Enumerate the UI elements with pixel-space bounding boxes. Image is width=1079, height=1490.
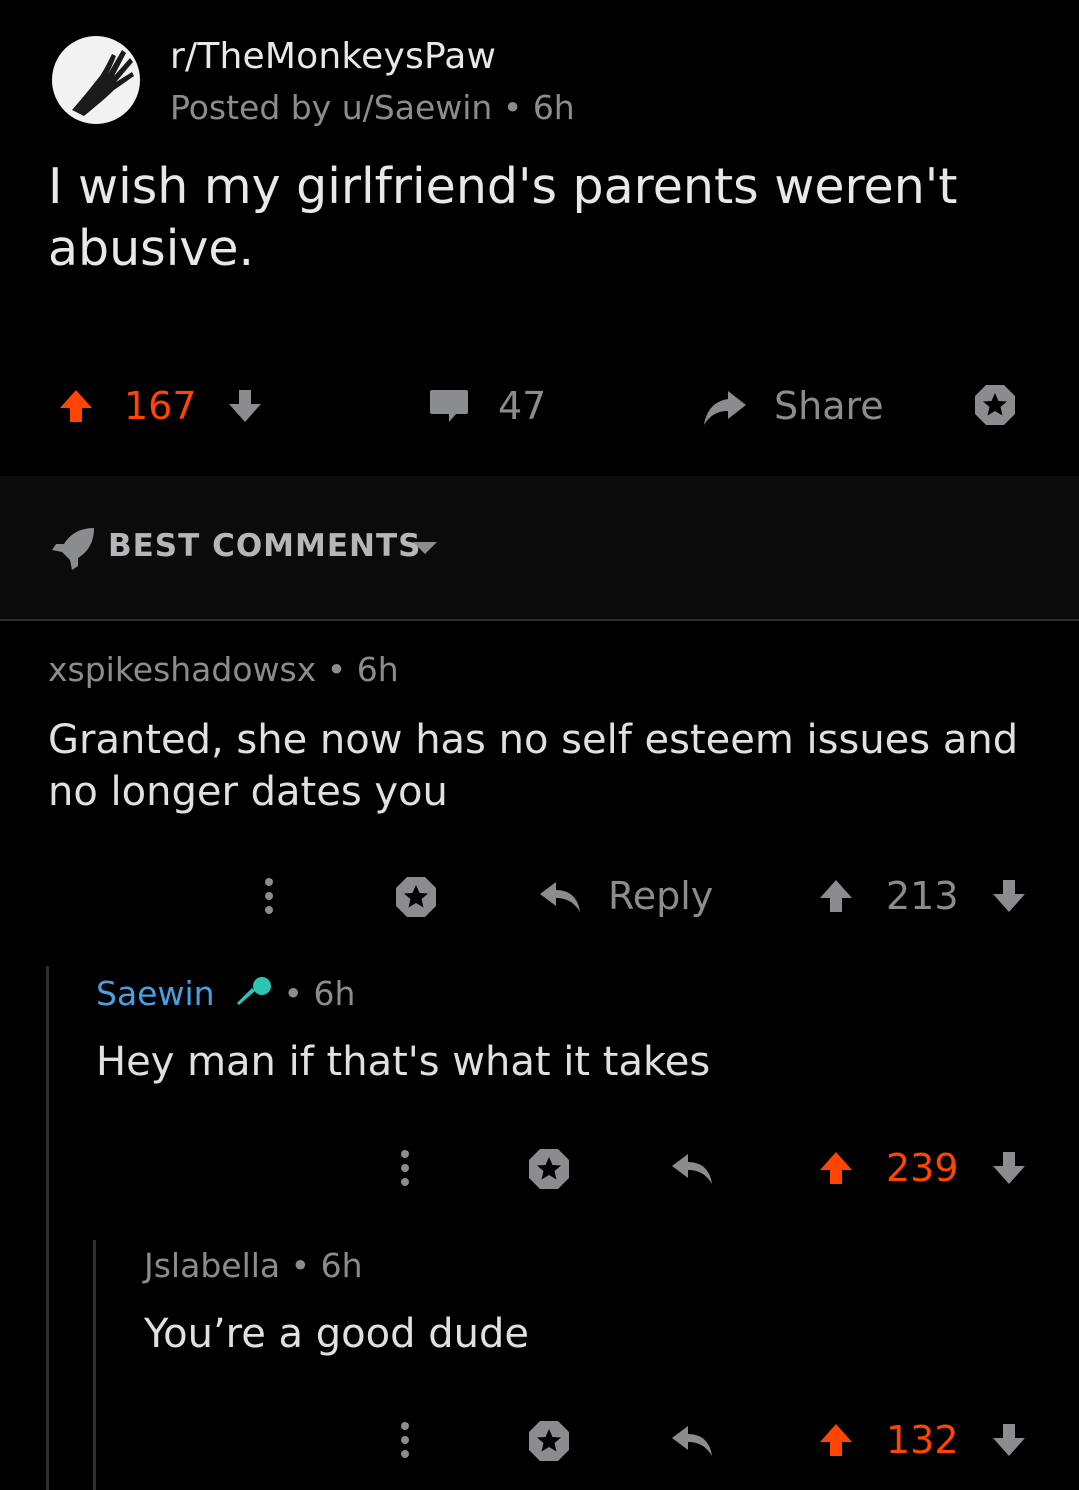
comment-age: 6h xyxy=(356,650,399,689)
comment-count: 47 xyxy=(498,384,547,428)
comment-age: 6h xyxy=(313,974,356,1013)
comment-author[interactable]: xspikeshadowsx xyxy=(48,650,316,689)
monkey-paw-icon xyxy=(72,50,134,116)
sort-label[interactable]: BEST COMMENTS xyxy=(108,528,421,564)
comment-score: 239 xyxy=(886,1146,959,1190)
upvote-icon[interactable] xyxy=(816,1420,856,1460)
meta-separator: • xyxy=(290,1246,321,1285)
microphone-icon xyxy=(237,977,272,1005)
subreddit-avatar[interactable] xyxy=(52,36,140,124)
downvote-icon[interactable] xyxy=(989,876,1029,916)
downvote-icon[interactable] xyxy=(225,386,265,426)
comment-body: You’re a good dude xyxy=(144,1311,529,1357)
more-options-icon[interactable] xyxy=(262,876,276,916)
comment-meta: xspikeshadowsx • 6h xyxy=(48,650,399,689)
chevron-down-icon[interactable] xyxy=(411,540,439,556)
posted-by[interactable]: Posted by u/Saewin xyxy=(170,88,492,127)
comment-vote-group: 239 xyxy=(816,1142,1029,1194)
post-score: 167 xyxy=(124,384,197,428)
reply-button[interactable]: Reply xyxy=(538,870,713,922)
comment-author[interactable]: Jslabella xyxy=(144,1246,280,1285)
thread-line[interactable] xyxy=(46,966,49,1490)
award-icon[interactable] xyxy=(526,1418,572,1464)
comment-icon xyxy=(430,390,468,422)
downvote-icon[interactable] xyxy=(989,1420,1029,1460)
award-icon[interactable] xyxy=(393,874,439,920)
upvote-icon[interactable] xyxy=(816,1148,856,1188)
comment-score: 132 xyxy=(886,1418,959,1462)
comment-author-op[interactable]: Saewin xyxy=(96,974,215,1013)
meta-separator: • xyxy=(283,974,314,1013)
share-button[interactable]: Share xyxy=(702,380,884,432)
comment-body: Granted, she now has no self esteem issu… xyxy=(48,717,1019,815)
comment-meta: Jslabella • 6h xyxy=(144,1246,363,1285)
comment-age: 6h xyxy=(320,1246,363,1285)
downvote-icon[interactable] xyxy=(989,1148,1029,1188)
comment-score: 213 xyxy=(886,874,959,918)
upvote-icon[interactable] xyxy=(816,876,856,916)
comment-vote-group: 132 xyxy=(816,1414,1029,1466)
post-meta: Posted by u/Saewin • 6h xyxy=(170,88,575,127)
share-arrow-icon xyxy=(704,391,746,425)
rocket-icon xyxy=(52,528,94,570)
meta-separator: • xyxy=(502,88,533,127)
more-options-icon[interactable] xyxy=(398,1420,412,1460)
post-age: 6h xyxy=(532,88,575,127)
thread-line[interactable] xyxy=(93,1240,96,1490)
award-icon[interactable] xyxy=(526,1146,572,1192)
meta-separator: • xyxy=(326,650,357,689)
reply-label: Reply xyxy=(608,874,714,918)
post-title: I wish my girlfriend's parents weren't a… xyxy=(48,158,958,277)
post-vote-group: 167 xyxy=(56,380,265,432)
reply-icon xyxy=(540,882,580,912)
comment-body: Hey man if that's what it takes xyxy=(96,1039,711,1085)
post-award-button[interactable] xyxy=(972,382,1018,432)
award-icon xyxy=(975,385,1015,425)
comment-vote-group: 213 xyxy=(816,870,1029,922)
post-comments-button[interactable]: 47 xyxy=(428,380,546,432)
share-label: Share xyxy=(774,384,884,428)
reply-icon[interactable] xyxy=(670,1420,714,1460)
more-options-icon[interactable] xyxy=(398,1148,412,1188)
subreddit-name[interactable]: r/TheMonkeysPaw xyxy=(170,36,496,77)
upvote-icon[interactable] xyxy=(56,386,96,426)
reply-icon[interactable] xyxy=(670,1148,714,1188)
comment-meta: Saewin • 6h xyxy=(96,974,355,1013)
